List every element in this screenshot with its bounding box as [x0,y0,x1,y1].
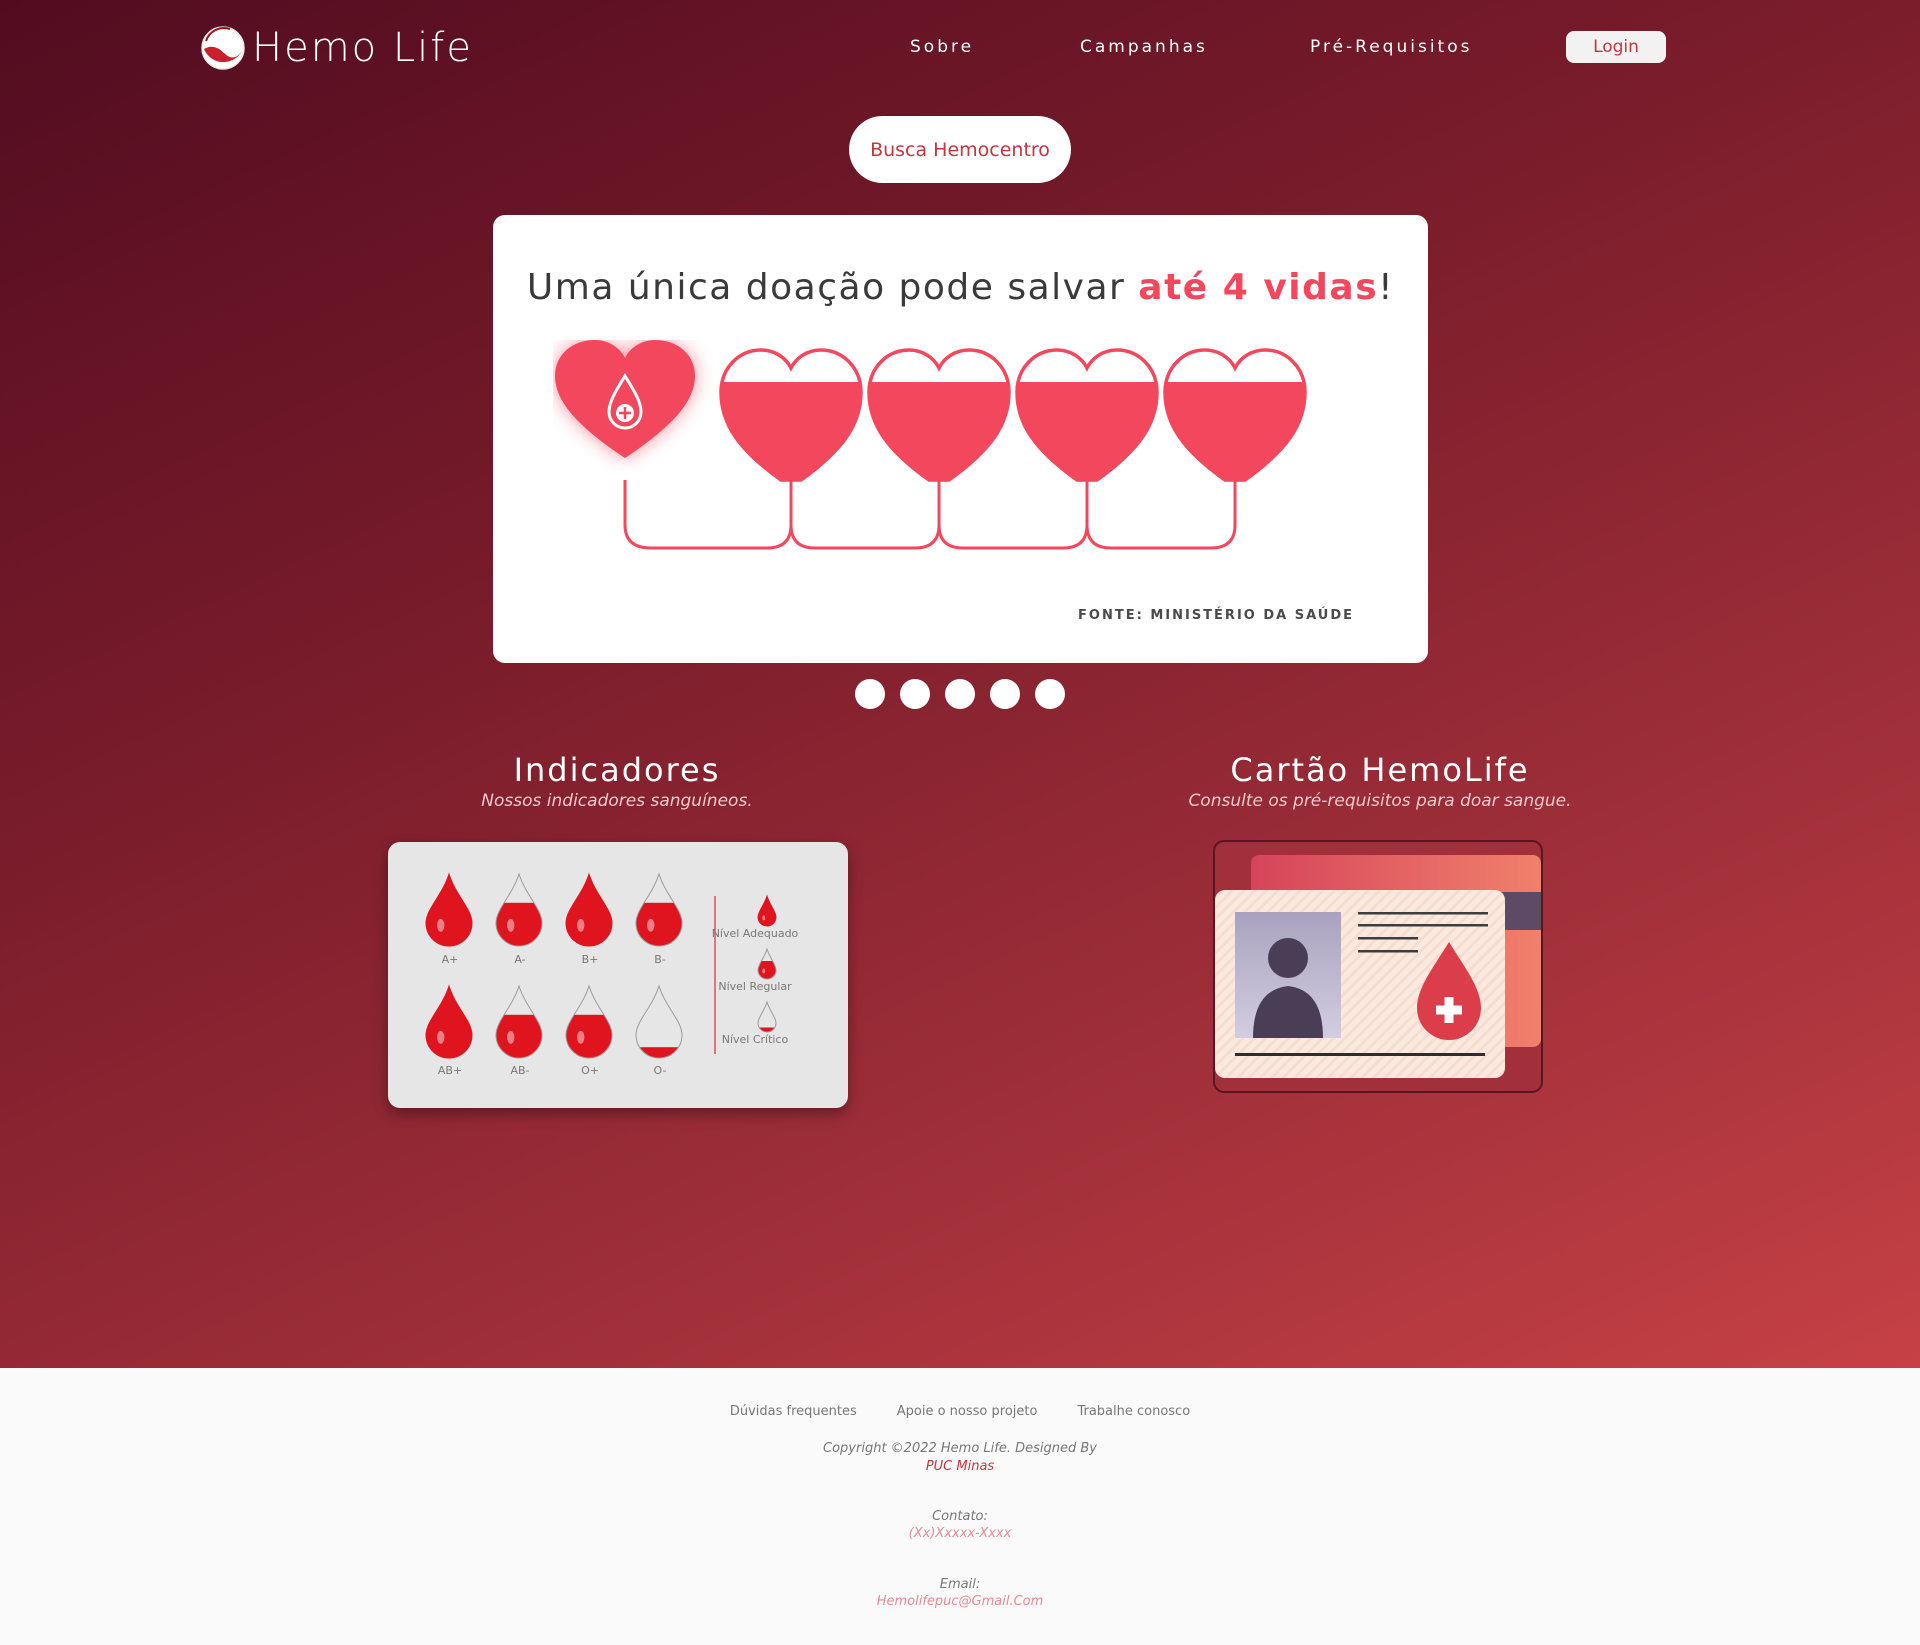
contact-value: (Xx)Xxxxx-Xxxx [908,1526,1012,1541]
copyright-text: Copyright ©2022 Hemo Life. Designed By [823,1441,1097,1456]
carousel-dot-3[interactable] [945,679,975,709]
blood-type-label: A- [514,953,526,966]
indicators-card[interactable]: A+ A- B+ B- AB+ AB- O+ O- Nível Adequado… [388,842,848,1108]
slide-title: Uma única doação pode salvar até 4 vidas… [493,265,1428,311]
blood-type-label: O- [653,1064,667,1077]
carousel-slide: Uma única doação pode salvar até 4 vidas… [493,215,1428,663]
login-button[interactable]: Login [1566,31,1666,63]
blood-drop-apos [425,872,473,947]
blood-type-label: AB+ [437,1064,463,1077]
nav-link-campanhas[interactable]: Campanhas [1080,36,1208,58]
carousel-indicators [855,679,1065,709]
carousel-dot-1[interactable] [855,679,885,709]
busca-hemocentro-button[interactable]: Busca Hemocentro [849,116,1071,183]
carousel-dot-4[interactable] [990,679,1020,709]
blood-drop-bpos [565,872,613,947]
donation-hearts-illustration [555,340,1307,550]
legend-label-adequado: Nível Adequado [711,927,799,940]
blood-drop-oneg [635,984,683,1059]
nav-link-sobre[interactable]: Sobre [910,36,974,58]
slide-title-suffix: ! [1378,267,1395,308]
slide-title-prefix: Uma única doação pode salvar [526,267,1139,308]
indicadores-subtitle: Nossos indicadores sanguíneos. [481,791,753,811]
footer: Dúvidas frequentes Apoie o nosso projeto… [0,1368,1920,1645]
blood-type-label: AB- [510,1064,530,1077]
logo[interactable]: Hemo Life [200,24,473,72]
cartao-subtitle: Consulte os pré-requisitos para doar san… [1188,791,1572,811]
footer-links: Dúvidas frequentes Apoie o nosso projeto… [0,1404,1920,1420]
carousel-dot-5[interactable] [1035,679,1065,709]
contact-label: Contato: [932,1509,988,1524]
slide-title-highlight: até 4 vidas [1138,267,1379,308]
carousel-dot-2[interactable] [900,679,930,709]
hero-section: Hemo Life Sobre Campanhas Pré-Requisitos… [0,0,1920,1368]
blood-drop-bneg [635,872,683,947]
blood-drop-opos [565,984,613,1059]
legend-label-critico: Nível Crítico [721,1033,789,1046]
legend-drop-critico [757,1000,777,1033]
blood-type-label: B+ [581,953,599,966]
legend-drop-regular [757,947,777,980]
legend-label-regular: Nível Regular [718,980,792,993]
email-value[interactable]: Hemolifepuc@Gmail.Com [0,1593,1920,1610]
legend-drop-adequado [757,894,777,927]
logo-text: Hemo Life [252,25,473,71]
donor-card-illustration[interactable] [1213,840,1543,1093]
cartao-title: Cartão HemoLife [1230,751,1530,789]
blood-drop-logo-icon [201,26,245,70]
blood-type-label: O+ [581,1064,599,1077]
blood-drop-aneg [495,872,543,947]
footer-link-apoie[interactable]: Apoie o nosso projeto [897,1404,1038,1420]
indicadores-title: Indicadores [513,751,721,789]
nav-link-pre-requisitos[interactable]: Pré-Requisitos [1310,36,1472,58]
blood-drop-abneg [495,984,543,1059]
footer-link-trabalhe[interactable]: Trabalhe conosco [1077,1404,1190,1420]
email-label: Email: [939,1577,981,1592]
blood-type-label: B- [654,953,666,966]
slide-source: FONTE: MINISTÉRIO DA SAÚDE [1078,608,1354,623]
blood-type-label: A+ [441,953,459,966]
blood-drop-abpos [425,984,473,1059]
designer-link[interactable]: PUC Minas [0,1458,1920,1475]
footer-link-duvidas[interactable]: Dúvidas frequentes [730,1404,857,1420]
